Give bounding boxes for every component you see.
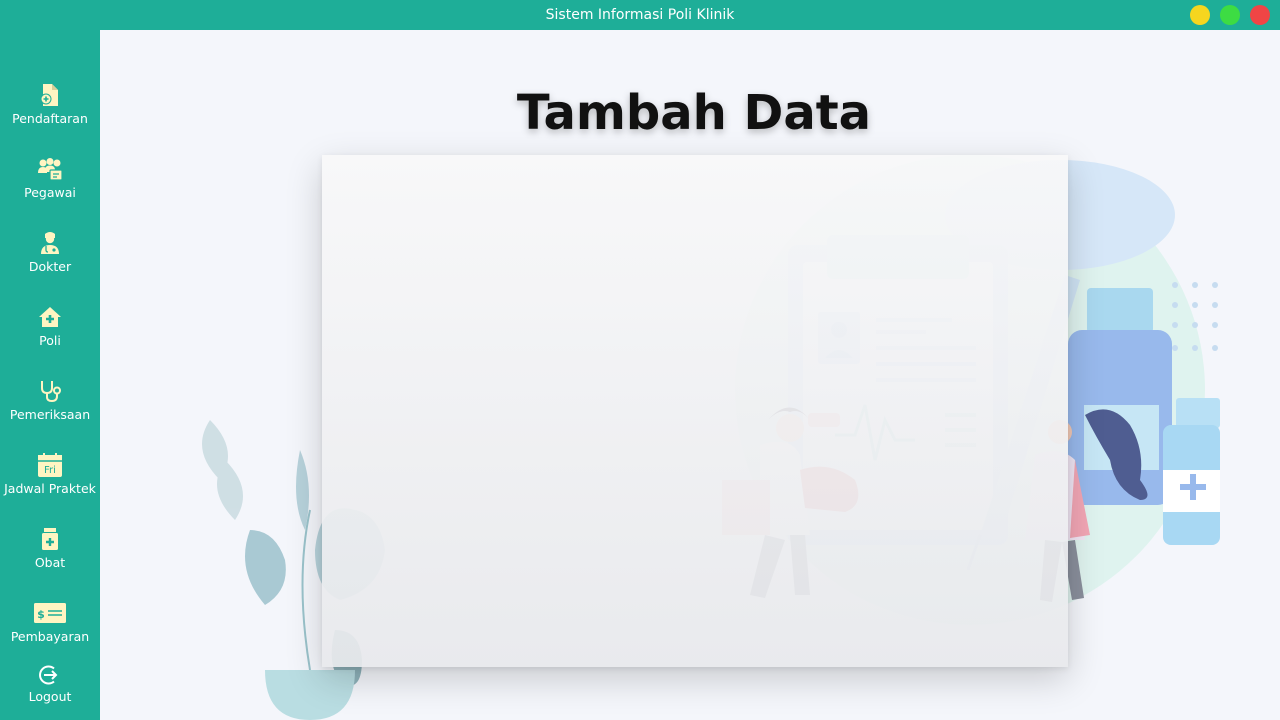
doctor-icon xyxy=(37,230,63,256)
clinic-house-icon xyxy=(37,304,63,330)
sidebar-item-label: Obat xyxy=(34,555,66,570)
close-button[interactable] xyxy=(1250,5,1270,25)
sidebar: Pendaftaran Pegawai Dokter Poli Pemeriks… xyxy=(0,30,100,720)
title-bar: Sistem Informasi Poli Klinik xyxy=(0,0,1280,30)
sidebar-item-label: Dokter xyxy=(28,259,72,274)
maximize-button[interactable] xyxy=(1220,5,1240,25)
sidebar-item-label: Pemeriksaan xyxy=(9,407,91,422)
minimize-button[interactable] xyxy=(1190,5,1210,25)
sidebar-item-pembayaran[interactable]: $ Pembayaran xyxy=(0,600,100,666)
main-content: Tambah Data xyxy=(100,30,1280,720)
sidebar-item-jadwal-praktek[interactable]: Fri Jadwal Praktek xyxy=(0,452,100,518)
payment-cheque-icon: $ xyxy=(33,600,67,626)
file-add-icon xyxy=(37,82,63,108)
sidebar-item-pemeriksaan[interactable]: Pemeriksaan xyxy=(0,378,100,444)
add-data-form-panel xyxy=(322,155,1068,667)
medicine-bottle-icon xyxy=(37,526,63,552)
calendar-icon: Fri xyxy=(37,452,63,478)
svg-text:$: $ xyxy=(37,608,45,621)
sidebar-item-poli[interactable]: Poli xyxy=(0,304,100,370)
staff-group-icon xyxy=(37,156,63,182)
page-title: Tambah Data xyxy=(516,85,872,141)
sidebar-item-label: Pembayaran xyxy=(10,629,90,644)
sidebar-item-label: Pegawai xyxy=(24,185,76,200)
sidebar-item-label: Logout xyxy=(28,689,72,704)
logout-icon xyxy=(37,664,63,686)
sidebar-item-label: Jadwal Praktek xyxy=(4,481,96,496)
sidebar-item-pegawai[interactable]: Pegawai xyxy=(0,156,100,222)
stethoscope-icon xyxy=(37,378,63,404)
sidebar-item-dokter[interactable]: Dokter xyxy=(0,230,100,296)
logout-button[interactable]: Logout xyxy=(0,664,100,720)
sidebar-item-obat[interactable]: Obat xyxy=(0,526,100,592)
calendar-day-text: Fri xyxy=(44,465,56,476)
window-title: Sistem Informasi Poli Klinik xyxy=(545,7,735,23)
sidebar-item-pendaftaran[interactable]: Pendaftaran xyxy=(0,82,100,148)
sidebar-item-label: Pendaftaran xyxy=(12,111,88,126)
sidebar-item-label: Poli xyxy=(39,333,61,348)
